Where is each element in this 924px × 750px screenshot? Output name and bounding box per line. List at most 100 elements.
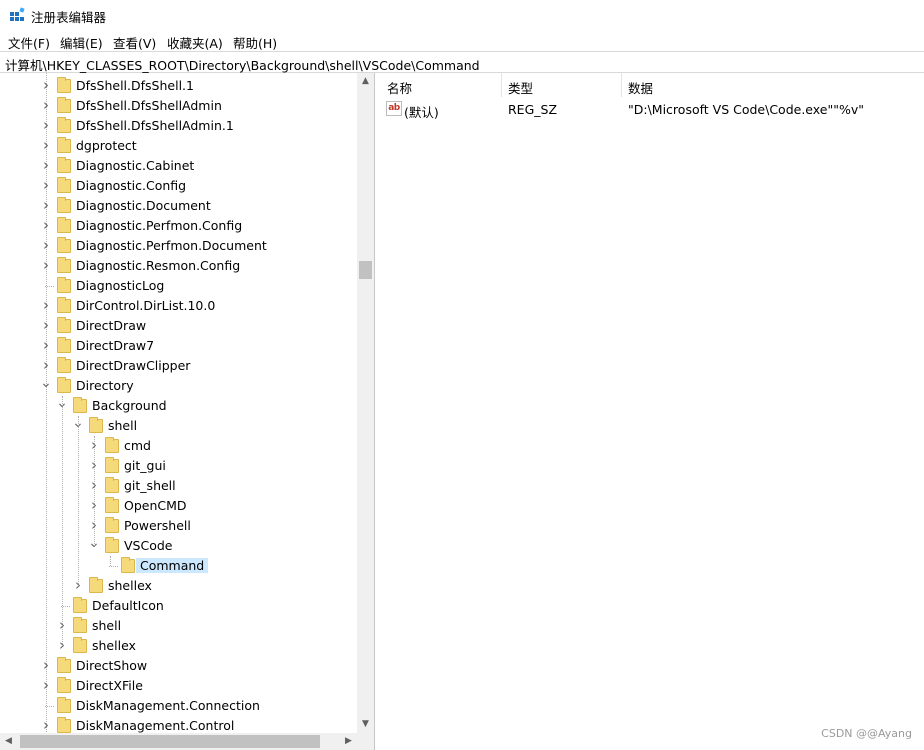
values-list[interactable]: 名称 类型 数据 ab (默认) REG_SZ "D:\Microsoft VS… [381,73,924,750]
tree-item[interactable]: ⌄ VSCode [0,536,356,556]
tree-item[interactable]: DefaultIcon [0,596,356,616]
tree-item-label: DiskManagement.Control [76,718,235,733]
tree-item[interactable]: › Diagnostic.Resmon.Config [0,256,356,276]
folder-icon [105,497,119,513]
key-tree[interactable]: › DfsShell.DfsShell.1 › DfsShell.DfsShellAd… [0,73,375,750]
tree-item-label: DirectDraw [76,318,147,333]
chevron-right-icon[interactable]: › [40,258,52,273]
tree-item[interactable]: › Diagnostic.Cabinet [0,156,356,176]
tree-item[interactable]: › git_gui [0,456,356,476]
menu-favorites[interactable]: 收藏夹(A) [167,33,223,52]
value-data: "D:\Microsoft VS Code\Code.exe""%v" [628,102,864,117]
tree-item-label: shell [108,418,138,433]
tree-item-label: VSCode [124,538,173,553]
tree-item[interactable]: › git_shell [0,476,356,496]
tree-item-label: Diagnostic.Resmon.Config [76,258,241,273]
tree-item-label: DiskManagement.Connection [76,698,260,713]
tree-item-label: shell [92,618,122,633]
tree-item[interactable]: › DfsShell.DfsShellAdmin [0,96,356,116]
tree-item[interactable]: ⌄ Directory [0,376,356,396]
scroll-down-icon[interactable]: ▼ [357,716,374,733]
folder-icon [121,557,135,573]
scroll-thumb[interactable] [359,261,372,279]
tree-item[interactable]: › Diagnostic.Perfmon.Config [0,216,356,236]
window-title: 注册表编辑器 [31,10,107,25]
tree-item-label: git_gui [124,458,166,473]
tree-vertical-scrollbar[interactable]: ▲ ▼ [357,73,374,733]
scroll-right-icon[interactable]: ▶ [340,733,357,750]
tree-item-label: DfsShell.DfsShellAdmin.1 [76,118,234,133]
tree-item[interactable]: DiskManagement.Connection [0,696,356,716]
address-path[interactable]: 计算机\HKEY_CLASSES_ROOT\Directory\Backgrou… [5,55,480,74]
menu-edit[interactable]: 编辑(E) [60,33,103,52]
chevron-right-icon[interactable]: › [40,198,52,213]
chevron-right-icon[interactable]: › [40,158,52,173]
chevron-right-icon[interactable]: › [40,678,52,693]
tree-item[interactable]: Command [0,556,356,576]
column-data-header[interactable]: 数据 [622,73,924,97]
chevron-right-icon[interactable]: › [40,358,52,373]
tree-item[interactable]: › Powershell [0,516,356,536]
tree-item[interactable]: › dgprotect [0,136,356,156]
folder-icon [57,317,71,333]
chevron-right-icon[interactable]: › [40,318,52,333]
tree-connector-line [109,566,118,567]
chevron-right-icon[interactable]: › [40,298,52,313]
chevron-right-icon[interactable]: › [40,178,52,193]
folder-icon [73,597,87,613]
chevron-right-icon[interactable]: › [40,98,52,113]
tree-item[interactable]: › DfsShell.DfsShellAdmin.1 [0,116,356,136]
column-data-label: 数据 [628,81,654,96]
tree-item[interactable]: ⌄ shell [0,416,356,436]
tree-item[interactable]: › DfsShell.DfsShell.1 [0,76,356,96]
menu-view[interactable]: 查看(V) [113,33,156,52]
chevron-right-icon[interactable]: › [40,658,52,673]
tree-item[interactable]: ⌄ Background [0,396,356,416]
tree-item-label: DirControl.DirList.10.0 [76,298,216,313]
folder-icon [73,637,87,653]
tree-item[interactable]: › shellex [0,576,356,596]
scroll-up-icon[interactable]: ▲ [357,73,374,90]
chevron-right-icon[interactable]: › [40,118,52,133]
scroll-left-icon[interactable]: ◀ [0,733,17,750]
scrollbar-corner [357,733,374,750]
folder-icon [57,177,71,193]
folder-icon [105,537,119,553]
address-bar[interactable]: 计算机\HKEY_CLASSES_ROOT\Directory\Backgrou… [0,51,924,73]
chevron-right-icon[interactable]: › [40,718,52,733]
folder-icon [73,617,87,633]
tree-item[interactable]: › Diagnostic.Config [0,176,356,196]
tree-item[interactable]: › DirectDraw7 [0,336,356,356]
tree-item[interactable]: › shellex [0,636,356,656]
folder-icon [57,697,71,713]
tree-item[interactable]: › DirectXFile [0,676,356,696]
tree-item[interactable]: › DirectDrawClipper [0,356,356,376]
column-type-header[interactable]: 类型 [502,73,622,97]
tree-horizontal-scrollbar[interactable]: ◀ ▶ [0,733,357,750]
tree-item[interactable]: › DirControl.DirList.10.0 [0,296,356,316]
menu-help[interactable]: 帮助(H) [233,33,277,52]
column-name-header[interactable]: 名称 [381,73,502,97]
chevron-right-icon[interactable]: › [40,78,52,93]
menu-file[interactable]: 文件(F) [8,33,50,52]
chevron-right-icon[interactable]: › [40,138,52,153]
scroll-thumb-horizontal[interactable] [20,735,320,748]
tree-item[interactable]: DiagnosticLog [0,276,356,296]
chevron-right-icon[interactable]: › [40,218,52,233]
chevron-right-icon[interactable]: › [40,238,52,253]
tree-item-label: DirectXFile [76,678,143,693]
tree-item-label: Diagnostic.Cabinet [76,158,195,173]
chevron-right-icon[interactable]: › [40,338,52,353]
folder-icon [73,397,87,413]
folder-icon [57,97,71,113]
tree-item[interactable]: › Diagnostic.Document [0,196,356,216]
chevron-down-icon[interactable]: ⌄ [40,376,52,392]
tree-item[interactable]: › shell [0,616,356,636]
tree-item[interactable]: › DirectShow [0,656,356,676]
tree-item[interactable]: › Diagnostic.Perfmon.Document [0,236,356,256]
tree-item[interactable]: › OpenCMD [0,496,356,516]
value-row[interactable]: ab (默认) REG_SZ "D:\Microsoft VS Code\Cod… [381,99,924,120]
tree-item[interactable]: › cmd [0,436,356,456]
tree-item[interactable]: › DirectDraw [0,316,356,336]
folder-icon [57,657,71,673]
